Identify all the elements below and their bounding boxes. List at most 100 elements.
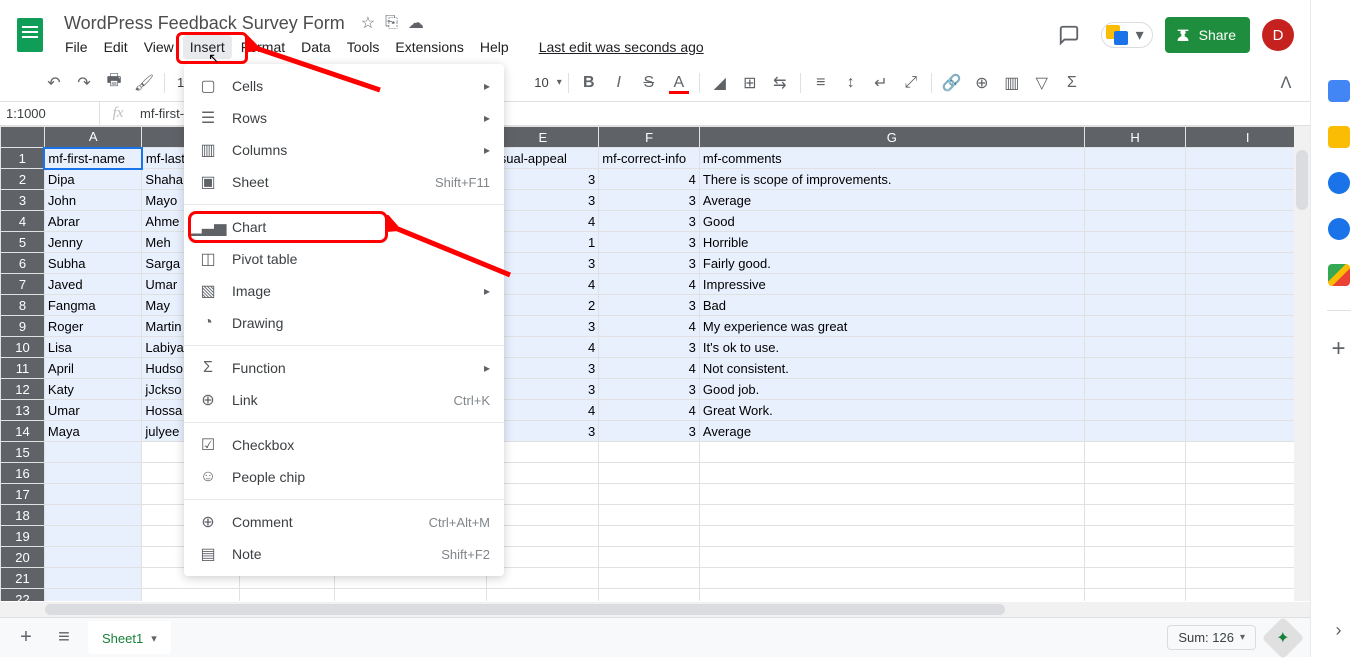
cell[interactable] xyxy=(1186,484,1310,505)
cell[interactable]: Jenny xyxy=(44,232,142,253)
comment-history-icon[interactable] xyxy=(1049,15,1089,55)
menu-extensions[interactable]: Extensions xyxy=(388,35,470,59)
cell[interactable] xyxy=(1084,337,1186,358)
move-icon[interactable]: ⎘ xyxy=(385,14,398,32)
print-icon[interactable]: 🖶 xyxy=(100,69,128,97)
keep-icon[interactable] xyxy=(1328,126,1350,148)
cell[interactable] xyxy=(599,589,700,602)
cell[interactable]: 4 xyxy=(599,274,700,295)
cell[interactable]: Great Work. xyxy=(699,400,1084,421)
row-header[interactable]: 10 xyxy=(1,337,45,358)
cell[interactable]: Average xyxy=(699,190,1084,211)
bold-icon[interactable]: B xyxy=(575,69,603,97)
cell[interactable] xyxy=(1084,316,1186,337)
cell[interactable] xyxy=(44,526,142,547)
cell[interactable] xyxy=(699,442,1084,463)
cell[interactable] xyxy=(1186,337,1310,358)
row-header[interactable]: 2 xyxy=(1,169,45,190)
row-header[interactable]: 14 xyxy=(1,421,45,442)
cell[interactable]: My experience was great xyxy=(699,316,1084,337)
cell[interactable] xyxy=(1186,568,1310,589)
cell[interactable] xyxy=(44,568,142,589)
comment-icon[interactable]: ⊕ xyxy=(968,69,996,97)
fill-color-icon[interactable]: ◢ xyxy=(706,69,734,97)
menu-pivot[interactable]: ◫Pivot table xyxy=(184,243,504,275)
cell[interactable] xyxy=(1186,379,1310,400)
cell[interactable] xyxy=(1084,568,1186,589)
cell[interactable] xyxy=(44,589,142,602)
chart-icon[interactable]: ▥ xyxy=(998,69,1026,97)
row-header[interactable]: 8 xyxy=(1,295,45,316)
cell[interactable] xyxy=(1084,253,1186,274)
cell[interactable] xyxy=(334,589,487,602)
cell[interactable] xyxy=(1084,190,1186,211)
borders-icon[interactable]: ⊞ xyxy=(736,69,764,97)
rotate-icon[interactable]: ⤢ xyxy=(897,69,925,97)
row-header[interactable]: 6 xyxy=(1,253,45,274)
cell[interactable]: mf-first-name xyxy=(44,148,142,169)
cell[interactable] xyxy=(1186,400,1310,421)
cell[interactable] xyxy=(1084,484,1186,505)
menu-cells[interactable]: ▢Cells▸ xyxy=(184,70,504,102)
cell[interactable] xyxy=(1084,169,1186,190)
share-button[interactable]: Share xyxy=(1165,17,1250,53)
cell[interactable] xyxy=(1084,589,1186,602)
maps-icon[interactable] xyxy=(1328,264,1350,286)
row-header[interactable]: 9 xyxy=(1,316,45,337)
row-header[interactable]: 19 xyxy=(1,526,45,547)
undo-icon[interactable]: ↶ xyxy=(40,69,68,97)
col-header[interactable]: H xyxy=(1084,127,1186,148)
cell[interactable] xyxy=(44,505,142,526)
star-icon[interactable]: ☆ xyxy=(361,13,375,33)
cell[interactable] xyxy=(44,547,142,568)
cell[interactable]: Not consistent. xyxy=(699,358,1084,379)
row-header[interactable]: 12 xyxy=(1,379,45,400)
collapse-panel-icon[interactable]: › xyxy=(1336,620,1342,641)
cell[interactable] xyxy=(599,547,700,568)
cell[interactable]: 3 xyxy=(599,379,700,400)
doc-title[interactable]: WordPress Feedback Survey Form xyxy=(58,11,351,36)
cell[interactable]: Lisa xyxy=(44,337,142,358)
col-header[interactable]: I xyxy=(1186,127,1310,148)
halign-icon[interactable]: ≡ xyxy=(807,69,835,97)
menu-drawing[interactable]: ◔Drawing xyxy=(184,307,504,339)
cell[interactable] xyxy=(699,568,1084,589)
cell[interactable] xyxy=(1186,505,1310,526)
menu-link[interactable]: ⊕LinkCtrl+K xyxy=(184,384,504,416)
menu-comment[interactable]: ⊕CommentCtrl+Alt+M xyxy=(184,506,504,538)
all-sheets-icon[interactable]: ≡ xyxy=(50,624,78,652)
cell[interactable] xyxy=(1084,274,1186,295)
strikethrough-icon[interactable]: S xyxy=(635,69,663,97)
quick-sum[interactable]: Sum: 126 ▾ xyxy=(1167,625,1256,650)
cell[interactable]: 4 xyxy=(599,400,700,421)
vertical-scrollbar[interactable] xyxy=(1294,126,1310,601)
cell[interactable] xyxy=(599,568,700,589)
cell[interactable]: Abrar xyxy=(44,211,142,232)
cell[interactable] xyxy=(1186,274,1310,295)
cell[interactable]: 3 xyxy=(599,253,700,274)
cell[interactable]: It's ok to use. xyxy=(699,337,1084,358)
cell[interactable]: 3 xyxy=(599,337,700,358)
cell[interactable] xyxy=(1084,379,1186,400)
calendar-icon[interactable] xyxy=(1328,80,1350,102)
menu-file[interactable]: File xyxy=(58,35,95,59)
cell[interactable] xyxy=(1186,295,1310,316)
paint-format-icon[interactable]: 🖌 xyxy=(130,69,158,97)
menu-function[interactable]: ΣFunction▸ xyxy=(184,352,504,384)
row-header[interactable]: 17 xyxy=(1,484,45,505)
cell[interactable] xyxy=(487,589,599,602)
cell[interactable] xyxy=(1084,232,1186,253)
cell[interactable]: mf-comments xyxy=(699,148,1084,169)
cell[interactable]: Roger xyxy=(44,316,142,337)
cell[interactable] xyxy=(1084,400,1186,421)
cloud-icon[interactable]: ☁ xyxy=(408,13,424,33)
cell[interactable]: Good xyxy=(699,211,1084,232)
cell[interactable]: Dipa xyxy=(44,169,142,190)
cell[interactable]: Umar xyxy=(44,400,142,421)
cell[interactable] xyxy=(1186,169,1310,190)
cell[interactable]: There is scope of improvements. xyxy=(699,169,1084,190)
menu-image[interactable]: ▧Image▸ xyxy=(184,275,504,307)
row-header[interactable]: 11 xyxy=(1,358,45,379)
cell[interactable] xyxy=(1186,526,1310,547)
cell[interactable] xyxy=(599,484,700,505)
